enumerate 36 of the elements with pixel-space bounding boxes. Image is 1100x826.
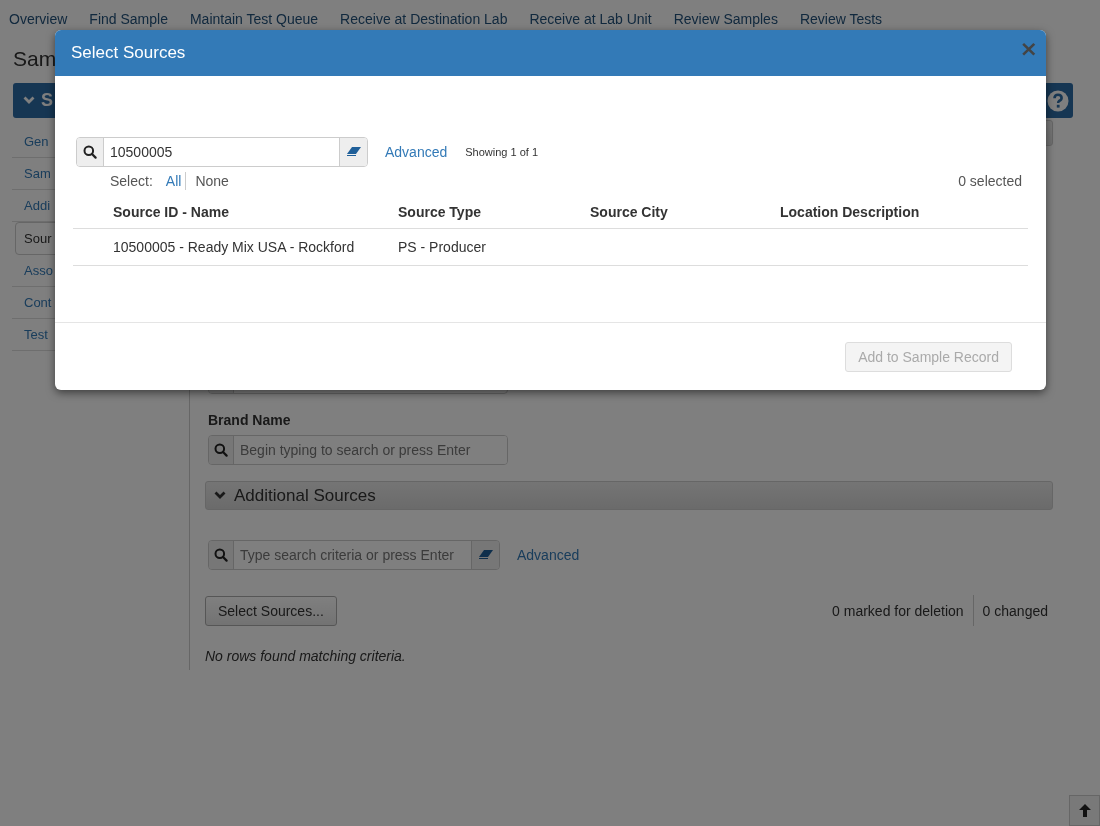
deletion-count: 0 marked for deletion — [832, 602, 964, 619]
nav-link[interactable]: Overview — [9, 11, 68, 39]
search-field[interactable]: Type search criteria or press Enter — [208, 540, 500, 570]
dialog-title: Select Sources — [71, 43, 186, 63]
field-label: Brand Name — [208, 412, 292, 428]
table-cell: PS - Producer — [398, 239, 486, 255]
select-label: Select: — [110, 173, 153, 189]
advanced-link[interactable]: Advanced — [517, 547, 580, 563]
column-header: Location Description — [780, 204, 920, 220]
column-header: Source Type — [398, 204, 481, 220]
eraser-icon[interactable] — [346, 147, 361, 157]
section-header[interactable]: Additional Sources — [205, 481, 1053, 510]
search-icon — [83, 145, 97, 159]
select-none-link[interactable]: None — [195, 173, 229, 189]
eraser-icon[interactable] — [478, 550, 493, 560]
select-sources-button[interactable]: Select Sources... — [205, 595, 337, 626]
column-header: Source ID - Name — [113, 204, 229, 220]
search-icon — [214, 443, 228, 457]
help-icon — [1047, 89, 1069, 112]
search-field[interactable]: Begin typing to search or press Enter — [208, 435, 508, 465]
empty-message: No rows found matching criteria. — [205, 648, 407, 664]
search-field[interactable]: 10500005 — [76, 137, 368, 167]
table-cell: 10500005 - Ready Mix USA - Rockford — [113, 239, 355, 255]
result-count: Showing 1 of 1 — [465, 146, 539, 158]
selected-count: 0 selected — [958, 173, 1022, 189]
section-title: S — [41, 90, 53, 111]
column-header: Source City — [590, 204, 668, 220]
changed-count: 0 changed — [982, 602, 1048, 619]
scroll-top-button[interactable] — [1069, 795, 1100, 826]
close-button[interactable]: × — [1019, 35, 1038, 61]
section-title: Additional Sources — [234, 485, 376, 506]
page-title: Sam — [13, 47, 57, 72]
search-icon — [214, 548, 228, 562]
arrow-up-icon — [1078, 804, 1091, 817]
select-all-link[interactable]: All — [165, 173, 182, 189]
advanced-link[interactable]: Advanced — [385, 144, 448, 160]
